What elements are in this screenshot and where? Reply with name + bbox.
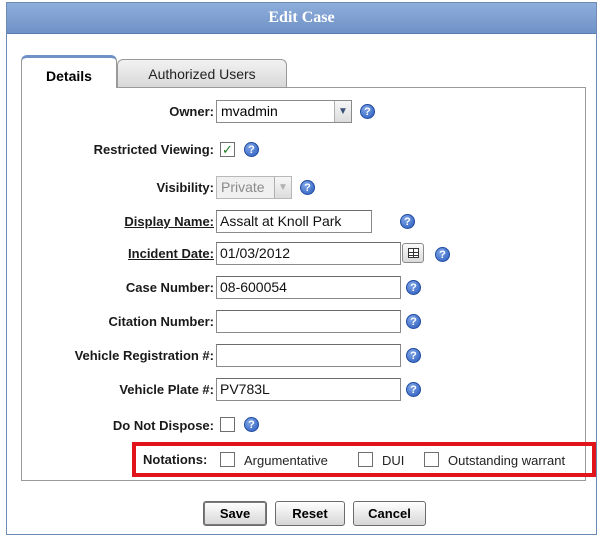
vehicle-registration-label: Vehicle Registration #:: [74, 348, 214, 363]
tab-authorized-users[interactable]: Authorized Users: [117, 59, 287, 87]
visibility-row: Visibility: Private ▼ ?: [22, 176, 585, 200]
incident-date-label[interactable]: Incident Date:: [128, 246, 214, 261]
tab-details[interactable]: Details: [21, 55, 117, 88]
help-icon[interactable]: ?: [300, 180, 315, 195]
restricted-viewing-label: Restricted Viewing:: [93, 142, 214, 157]
save-button[interactable]: Save: [203, 501, 267, 526]
dialog-title: Edit Case: [7, 3, 596, 34]
reset-button[interactable]: Reset: [275, 501, 345, 526]
notation-dui-checkbox[interactable]: [358, 452, 373, 467]
vehicle-registration-input[interactable]: [216, 344, 401, 367]
owner-value: mvadmin: [221, 103, 278, 119]
help-icon[interactable]: ?: [406, 280, 421, 295]
case-number-input[interactable]: 08-600054: [216, 276, 401, 299]
vehicle-plate-label: Vehicle Plate #:: [119, 382, 214, 397]
help-icon[interactable]: ?: [400, 214, 415, 229]
help-icon[interactable]: ?: [406, 348, 421, 363]
notations-label: Notations:: [143, 452, 208, 467]
help-icon[interactable]: ?: [406, 314, 421, 329]
notation-dui-label[interactable]: DUI: [382, 453, 404, 468]
help-icon[interactable]: ?: [244, 417, 259, 432]
restricted-viewing-row: Restricted Viewing: ✓ ?: [22, 138, 585, 162]
display-name-label[interactable]: Display Name:: [124, 214, 214, 229]
help-icon[interactable]: ?: [244, 142, 259, 157]
display-name-row: Display Name: Assalt at Knoll Park ?: [22, 210, 585, 234]
cancel-button[interactable]: Cancel: [353, 501, 426, 526]
visibility-label: Visibility:: [156, 180, 214, 195]
notation-argumentative-label[interactable]: Argumentative: [244, 453, 328, 468]
owner-label: Owner:: [169, 104, 214, 119]
citation-number-input[interactable]: [216, 310, 401, 333]
visibility-select[interactable]: Private ▼: [216, 176, 292, 199]
vehicle-registration-row: Vehicle Registration #: ?: [22, 344, 585, 368]
do-not-dispose-row: Do Not Dispose: ?: [22, 414, 585, 438]
case-number-row: Case Number: 08-600054 ?: [22, 276, 585, 300]
edit-case-dialog: Edit Case Details Authorized Users Owner…: [6, 2, 597, 535]
chevron-down-icon[interactable]: ▼: [334, 101, 351, 122]
case-number-label: Case Number:: [125, 280, 214, 295]
display-name-input[interactable]: Assalt at Knoll Park: [216, 210, 372, 233]
citation-number-row: Citation Number: ?: [22, 310, 585, 334]
notations-highlight-box: Notations: Argumentative DUI Outstanding…: [132, 442, 596, 477]
notation-outstanding-warrant-checkbox[interactable]: [424, 452, 439, 467]
calendar-icon[interactable]: [402, 243, 424, 263]
incident-date-row: Incident Date: 01/03/2012 ?: [22, 242, 585, 266]
owner-row: Owner: mvadmin ▼ ?: [22, 100, 585, 124]
do-not-dispose-checkbox[interactable]: [220, 417, 235, 432]
owner-select[interactable]: mvadmin ▼: [216, 100, 352, 123]
citation-number-label: Citation Number:: [108, 314, 214, 329]
vehicle-plate-row: Vehicle Plate #: PV783L ?: [22, 378, 585, 402]
help-icon[interactable]: ?: [406, 382, 421, 397]
chevron-down-icon: ▼: [274, 177, 291, 198]
incident-date-input[interactable]: 01/03/2012: [216, 242, 401, 265]
help-icon[interactable]: ?: [435, 247, 450, 262]
details-panel: Owner: mvadmin ▼ ? Restricted Viewing: ✓…: [21, 87, 596, 481]
restricted-viewing-checkbox[interactable]: ✓: [220, 142, 235, 157]
visibility-value: Private: [221, 179, 265, 195]
do-not-dispose-label: Do Not Dispose:: [112, 418, 214, 433]
button-bar: Save Reset Cancel: [7, 501, 596, 527]
help-icon[interactable]: ?: [360, 104, 375, 119]
vehicle-plate-input[interactable]: PV783L: [216, 378, 401, 401]
notation-outstanding-warrant-label[interactable]: Outstanding warrant: [448, 453, 565, 468]
notation-argumentative-checkbox[interactable]: [220, 452, 235, 467]
